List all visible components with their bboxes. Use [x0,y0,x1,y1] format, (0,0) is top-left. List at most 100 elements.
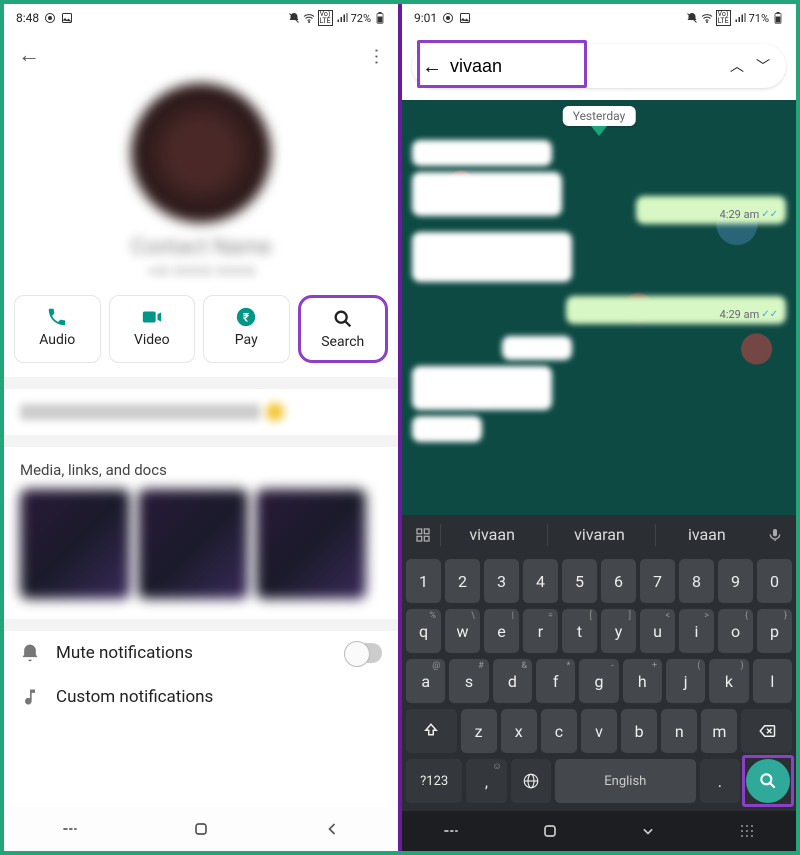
globe-key[interactable] [511,759,551,803]
key-q[interactable]: q% [406,609,441,653]
key-r[interactable]: r= [523,609,558,653]
period-key[interactable]: . [700,759,740,803]
audio-label: Audio [39,332,75,348]
key-m[interactable]: m [701,709,737,753]
keyboard-grid-icon[interactable] [737,821,757,841]
key-y[interactable]: y] [601,609,636,653]
status-battery: 72% [351,12,371,25]
suggestion[interactable]: ivaan [655,524,758,546]
mute-icon [288,12,300,24]
recents-icon[interactable] [60,819,80,839]
back-icon[interactable] [322,819,342,839]
signal-icon [734,12,746,24]
key-u[interactable]: u< [640,609,675,653]
about-row[interactable] [4,389,398,435]
key-a[interactable]: a@ [406,659,445,703]
key-o[interactable]: o{ [718,609,753,653]
home-icon[interactable] [191,819,211,839]
video-button[interactable]: Video [109,295,196,363]
key-p[interactable]: p} [757,609,792,653]
key-w[interactable]: w\ [445,609,480,653]
wifi-icon [701,12,713,24]
image-icon [459,12,471,24]
status-time: 8:48 [16,11,39,25]
music-note-icon [20,687,40,707]
key-2[interactable]: 2 [445,559,480,603]
phone-icon [46,306,68,328]
more-options-icon[interactable]: ⋯ [366,47,387,63]
key-k[interactable]: k) [709,659,748,703]
key-z[interactable]: z [461,709,497,753]
mic-icon[interactable] [762,522,788,548]
audio-button[interactable]: Audio [14,295,101,363]
key-l[interactable]: l [753,659,792,703]
pay-label: Pay [235,332,258,348]
key-s[interactable]: s# [449,659,488,703]
mute-toggle[interactable] [346,643,382,663]
key-e[interactable]: e| [484,609,519,653]
key-g[interactable]: g- [579,659,618,703]
key-9[interactable]: 9 [718,559,753,603]
key-t[interactable]: t[ [562,609,597,653]
battery-icon [772,12,784,24]
status-battery: 71% [749,12,769,25]
grid-icon[interactable] [410,522,436,548]
space-key[interactable]: English [555,759,696,803]
keyboard: vivaan vivaran ivaan 1234567890 q%w\e|r=t… [402,515,796,811]
battery-icon [374,12,386,24]
key-6[interactable]: 6 [601,559,636,603]
backspace-key[interactable] [741,709,792,753]
search-icon [332,308,354,330]
key-c[interactable]: c [541,709,577,753]
custom-notifications-row[interactable]: Custom notifications [4,675,398,719]
contact-phone: +00 00000 00000 [146,264,255,280]
suggestion[interactable]: vivaan [440,524,543,546]
search-up-icon[interactable]: ︿ [724,56,750,76]
key-8[interactable]: 8 [679,559,714,603]
media-thumb[interactable] [256,489,366,599]
status-time: 9:01 [414,11,437,25]
suggestion[interactable]: vivaran [547,524,650,546]
keyboard-down-icon[interactable] [638,821,658,841]
read-ticks-icon: ✓✓ [761,309,778,320]
key-3[interactable]: 3 [484,559,519,603]
comma-key[interactable]: ,☺ [466,759,506,803]
key-j[interactable]: j( [666,659,705,703]
key-5[interactable]: 5 [562,559,597,603]
android-nav-bar [402,811,796,851]
key-b[interactable]: b [621,709,657,753]
shift-key[interactable] [406,709,457,753]
pay-button[interactable]: ₹ Pay [203,295,290,363]
search-button[interactable]: Search [298,295,389,363]
key-7[interactable]: 7 [640,559,675,603]
search-down-icon[interactable]: ﹀ [750,56,776,76]
key-d[interactable]: d& [493,659,532,703]
key-v[interactable]: v [581,709,617,753]
read-ticks-icon: ✓✓ [761,209,778,220]
avatar[interactable] [131,83,271,223]
media-section-title[interactable]: Media, links, and docs [20,461,382,479]
key-1[interactable]: 1 [406,559,441,603]
msg-time: 4:29 am [720,308,760,321]
back-arrow-icon[interactable]: ← [18,42,40,68]
key-0[interactable]: 0 [757,559,792,603]
recents-icon[interactable] [441,821,461,841]
status-bar: 8:48 Vo)LTE 72% [4,4,398,32]
signal-icon [336,12,348,24]
key-h[interactable]: h+ [623,659,662,703]
mute-notifications-row[interactable]: Mute notifications [4,631,398,675]
media-thumb[interactable] [20,489,130,599]
key-x[interactable]: x [501,709,537,753]
key-f[interactable]: f* [536,659,575,703]
camera-icon [442,12,454,24]
symbols-key[interactable]: ?123 [406,759,462,803]
custom-label: Custom notifications [56,687,213,707]
mute-label: Mute notifications [56,643,193,663]
key-n[interactable]: n [661,709,697,753]
date-chip: Yesterday [563,106,636,126]
media-thumb[interactable] [138,489,248,599]
home-icon[interactable] [540,821,560,841]
chat-area[interactable]: Yesterday 4:29 am✓✓ 4:29 am✓✓ [402,100,796,515]
key-4[interactable]: 4 [523,559,558,603]
key-i[interactable]: i> [679,609,714,653]
